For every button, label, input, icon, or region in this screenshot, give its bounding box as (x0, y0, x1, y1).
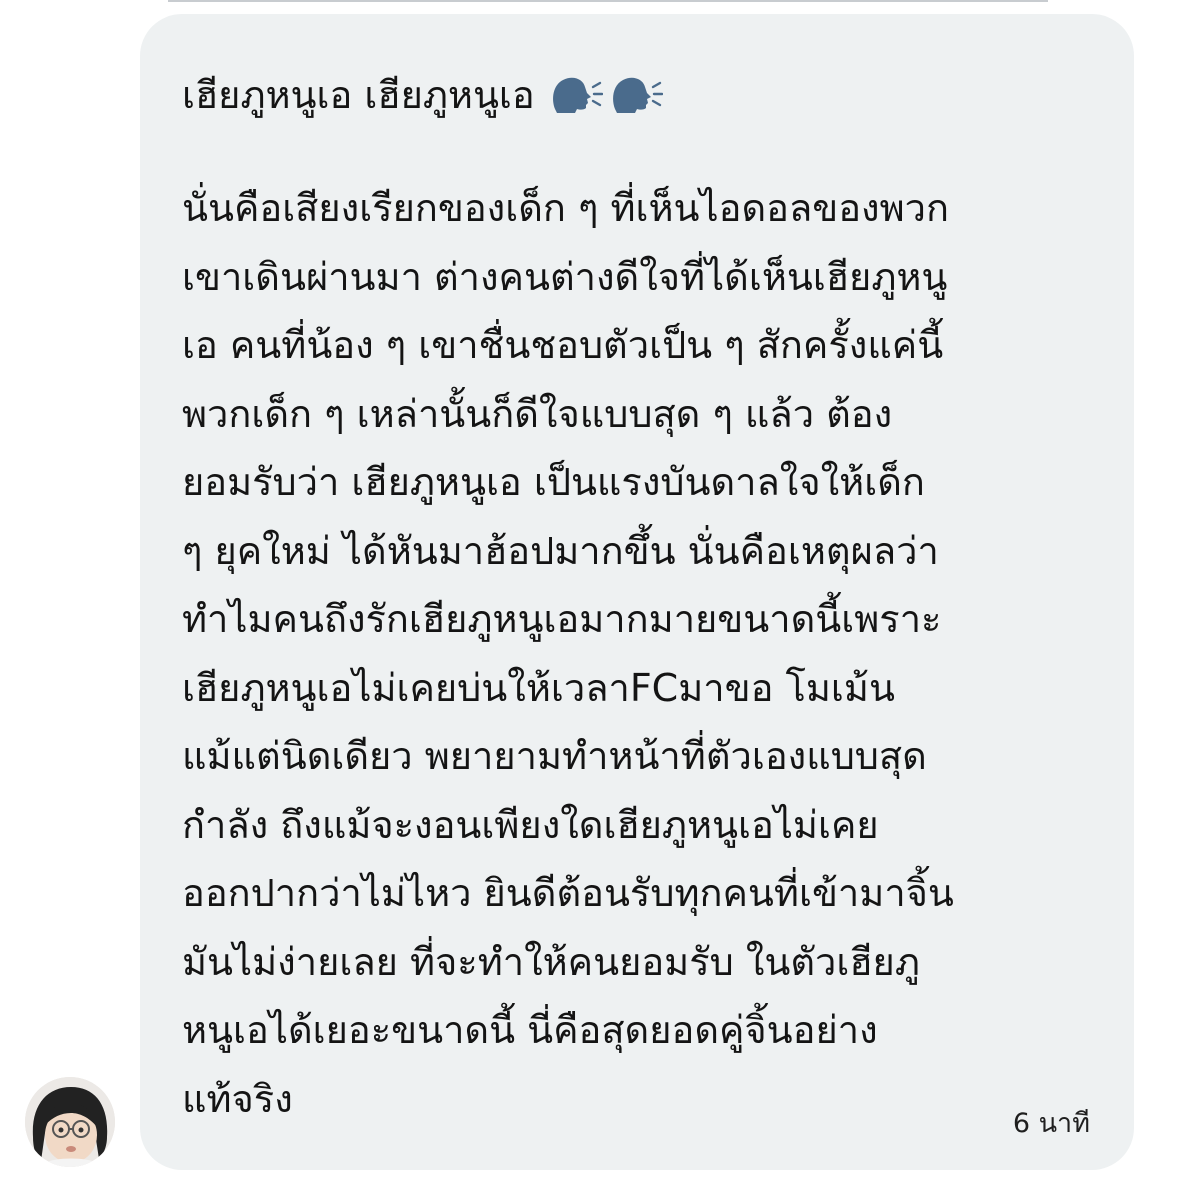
comment-line: ยอมรับว่า เฮียภูหนูเอ เป็นแรงบันดาลใจให้… (182, 460, 925, 504)
comment-line: นั่นคือเสียงเรียกของเด็ก ๆ ที่เห็นไอดอลข… (182, 186, 949, 230)
comment-line: เอ คนที่น้อง ๆ เขาชื่นชอบตัวเป็น ๆ สักคร… (182, 323, 944, 367)
comment-body: นั่นคือเสียงเรียกของเด็ก ๆ ที่เห็นไอดอลข… (182, 174, 1094, 1133)
comment-line: กำลัง ถึงแม้จะงอนเพียงใดเฮียภูหนูเอไม่เค… (182, 802, 879, 847)
comment-title-row: เฮียภูหนูเอ เฮียภูหนูเอ (182, 60, 1094, 130)
previous-bubble-edge (168, 0, 1048, 2)
comment-line: ๆ ยุคใหม่ ได้หันมาฮ้อปมากขึ้น นั่นคือเหต… (182, 528, 939, 573)
chat-screen: เฮียภูหนูเอ เฮียภูหนูเอ นั่นคือเสียงเรีย… (0, 0, 1200, 1189)
speaking-head-icon (552, 77, 603, 113)
comment-line: พวกเด็ก ๆ เหล่านั้นก็ดีใจแบบสุด ๆ แล้ว ต… (182, 391, 893, 436)
comment-line: หนูเอได้เยอะขนาดนี้ นี่คือสุดยอดคู่จิ้นอ… (182, 1008, 878, 1052)
avatar-image (25, 1077, 115, 1167)
comment-line: มันไม่ง่ายเลย ที่จะทำให้คนยอมรับ ในตัวเฮ… (182, 939, 920, 984)
comment-line: ทำไมคนถึงรักเฮียภูหนูเอมากมายขนาดนี้เพรา… (182, 597, 942, 641)
comment-line: เขาเดินผ่านมา ต่างคนต่างดีใจที่ได้เห็นเฮ… (182, 254, 948, 299)
avatar[interactable] (25, 1077, 115, 1167)
comment-line: เฮียภูหนูเอไม่เคยบ่นให้เวลาFCมาขอ โมเม้น (182, 665, 895, 710)
comment-timestamp: 6 นาที (1012, 1108, 1090, 1139)
speaking-head-icon (612, 77, 663, 113)
comment-line: แม้แต่นิดเดียว พยายามทำหน้าที่ตัวเองแบบส… (182, 734, 927, 778)
comment-title: เฮียภูหนูเอ เฮียภูหนูเอ (182, 73, 535, 117)
comment-line: แท้จริง (182, 1076, 293, 1121)
comment-line: ออกปากว่าไม่ไหว ยินดีต้อนรับทุกคนที่เข้า… (182, 871, 954, 915)
emoji-group (549, 75, 663, 115)
comment-bubble[interactable]: เฮียภูหนูเอ เฮียภูหนูเอ นั่นคือเสียงเรีย… (140, 14, 1134, 1170)
